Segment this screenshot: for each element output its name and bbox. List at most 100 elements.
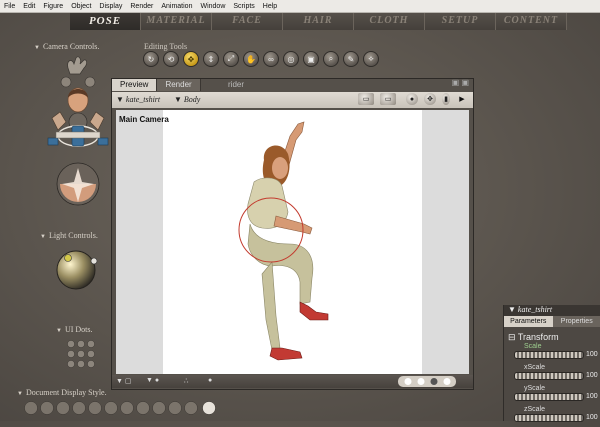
parameter-row: yScale 100 <box>504 385 600 406</box>
editing-tools: ↻ ⟲ ✥ ⇕ ⤢ ✋ ∞ ◎ ▣ ⌕ ✎ ⟡ <box>143 51 379 67</box>
parameter-row: zScale 100 <box>504 406 600 427</box>
floor-plane-icon[interactable]: ✥ <box>424 93 436 105</box>
transform-group[interactable]: ⊟ Transform <box>504 327 600 343</box>
parameters-tabs: Parameters Properties <box>504 316 600 327</box>
twist-icon[interactable]: ⟲ <box>163 51 179 67</box>
layout-4-icon[interactable] <box>444 378 451 385</box>
xscale-dial[interactable] <box>514 372 584 380</box>
collapse-triangle-icon: ▼ <box>40 234 46 240</box>
document-display-style-buttons[interactable] <box>23 400 223 418</box>
menu-scripts[interactable]: Scripts <box>229 3 258 10</box>
view-magnifier-icon[interactable]: ⌕ <box>323 51 339 67</box>
room-tab-hair[interactable]: HAIR <box>283 13 354 30</box>
options-arrow-icon[interactable]: ▶ <box>456 93 468 105</box>
menu-render[interactable]: Render <box>126 3 157 10</box>
menu-figure[interactable]: Figure <box>39 3 67 10</box>
menu-object[interactable]: Object <box>67 3 95 10</box>
ui-dots[interactable] <box>66 339 96 369</box>
light-controls-label[interactable]: ▼Light Controls. <box>40 231 98 240</box>
room-tabs: POSE MATERIAL FACE HAIR CLOTH SETUP CONT… <box>70 13 567 30</box>
camera-left-icon[interactable] <box>61 77 71 87</box>
room-tab-cloth[interactable]: CLOTH <box>354 13 425 30</box>
document-tabs: Preview Render <box>112 79 201 91</box>
menu-animation[interactable]: Animation <box>157 3 196 10</box>
figure-kate[interactable] <box>216 116 366 366</box>
parameter-row: Scale 100 <box>504 343 600 364</box>
hand-right-icon[interactable] <box>90 112 104 130</box>
collapse-triangle-icon: ▼ <box>17 391 23 397</box>
menu-window[interactable]: Window <box>196 3 229 10</box>
maximize-icon[interactable]: ▣ <box>452 78 460 87</box>
taper-icon[interactable]: ✋ <box>243 51 259 67</box>
close-icon[interactable]: ▣ <box>461 78 469 87</box>
figure-select[interactable]: ▼ kate_tshirt <box>116 95 160 104</box>
preview-viewport[interactable]: Main Camera <box>116 110 469 374</box>
hand-left-icon[interactable] <box>52 112 66 130</box>
tracking-mode-icon[interactable]: ∴ <box>184 377 188 385</box>
layout-2-icon[interactable] <box>418 378 425 385</box>
document-display-style-label[interactable]: ▼Document Display Style. <box>17 388 107 397</box>
menu-help[interactable]: Help <box>259 3 281 10</box>
ui-dots-label[interactable]: ▼UI Dots. <box>56 325 93 334</box>
room-tab-material[interactable]: MATERIAL <box>141 13 212 30</box>
room-tab-setup[interactable]: SETUP <box>425 13 496 30</box>
layout-1-icon[interactable] <box>405 378 412 385</box>
texture-shaded-style-icon[interactable] <box>203 402 216 415</box>
light-sphere-icon[interactable] <box>57 251 95 289</box>
layout-3-icon[interactable] <box>431 378 438 385</box>
light-handle-icon[interactable] <box>65 255 72 262</box>
color-icon[interactable]: ◎ <box>283 51 299 67</box>
light-handle-icon[interactable] <box>91 258 97 264</box>
room-tab-pose[interactable]: POSE <box>70 13 141 30</box>
menu-display[interactable]: Display <box>95 3 126 10</box>
camera-label: Main Camera <box>119 115 169 124</box>
camera-controls-label[interactable]: ▼Camera Controls. <box>34 42 99 51</box>
hand-camera-icon[interactable] <box>68 57 87 74</box>
menu-bar: File Edit Figure Object Display Render A… <box>0 0 600 13</box>
tab-properties[interactable]: Properties <box>553 316 600 327</box>
tab-render[interactable]: Render <box>157 79 200 91</box>
depth-cue-icon[interactable]: ▮ <box>442 93 450 105</box>
rotate-icon[interactable]: ↻ <box>143 51 159 67</box>
tab-parameters[interactable]: Parameters <box>504 316 553 327</box>
camera-controls[interactable] <box>38 56 120 214</box>
shadow-toggle-icon[interactable]: ● <box>406 93 418 105</box>
scale-icon[interactable]: ⤢ <box>223 51 239 67</box>
chain-break-icon[interactable]: ∞ <box>263 51 279 67</box>
scale-camera-icon[interactable] <box>57 163 99 205</box>
parameters-panel: ▼ kate_tshirt Parameters Properties ⊟ Tr… <box>503 305 600 421</box>
document-options-menu-icon[interactable]: ▼ ▢ <box>116 377 132 385</box>
translate-icon[interactable]: ✥ <box>183 51 199 67</box>
document-toolbar: ▼ kate_tshirt ▼ Body ▭ ▭ ● ✥ ▮ ▶ <box>112 92 473 108</box>
camera-select-icon[interactable]: ▭ <box>358 93 374 105</box>
editing-tools-label: Editing Tools <box>144 42 187 51</box>
morphing-tool-icon[interactable]: ✎ <box>343 51 359 67</box>
parameters-title[interactable]: ▼ kate_tshirt <box>504 305 600 316</box>
body-part-select[interactable]: ▼ Body <box>174 95 200 104</box>
camera-right-icon[interactable] <box>85 77 95 87</box>
document-window: Preview Render rider ▣ ▣ ▼ kate_tshirt ▼… <box>111 78 474 390</box>
translate-in-out-icon[interactable]: ⇕ <box>203 51 219 67</box>
depth-cue-toggle-icon[interactable]: ● <box>208 377 212 384</box>
parameter-row: xScale 100 <box>504 364 600 385</box>
render-options-icon[interactable]: ▭ <box>380 93 396 105</box>
viewport-left-margin <box>116 110 163 374</box>
room-tab-face[interactable]: FACE <box>212 13 283 30</box>
trackball-icon[interactable] <box>48 126 108 146</box>
yscale-dial[interactable] <box>514 393 584 401</box>
collapse-triangle-icon: ▼ <box>56 328 62 334</box>
tab-preview[interactable]: Preview <box>112 79 157 91</box>
face-camera-icon[interactable] <box>68 88 88 112</box>
menu-edit[interactable]: Edit <box>19 3 39 10</box>
grouping-icon[interactable]: ▣ <box>303 51 319 67</box>
menu-file[interactable]: File <box>0 3 19 10</box>
room-tab-content[interactable]: CONTENT <box>496 13 567 30</box>
window-controls: ▣ ▣ <box>452 78 469 87</box>
light-controls[interactable] <box>54 248 100 290</box>
direct-manipulation-icon[interactable]: ⟡ <box>363 51 379 67</box>
viewport-right-margin <box>422 110 469 374</box>
scale-dial[interactable] <box>514 351 584 359</box>
display-options-menu-icon[interactable]: ▼ ● <box>146 377 159 384</box>
document-bottom-bar: ▼ ▢ ▼ ● ∴ ● <box>112 375 473 388</box>
preview-layout-buttons[interactable] <box>398 375 456 388</box>
